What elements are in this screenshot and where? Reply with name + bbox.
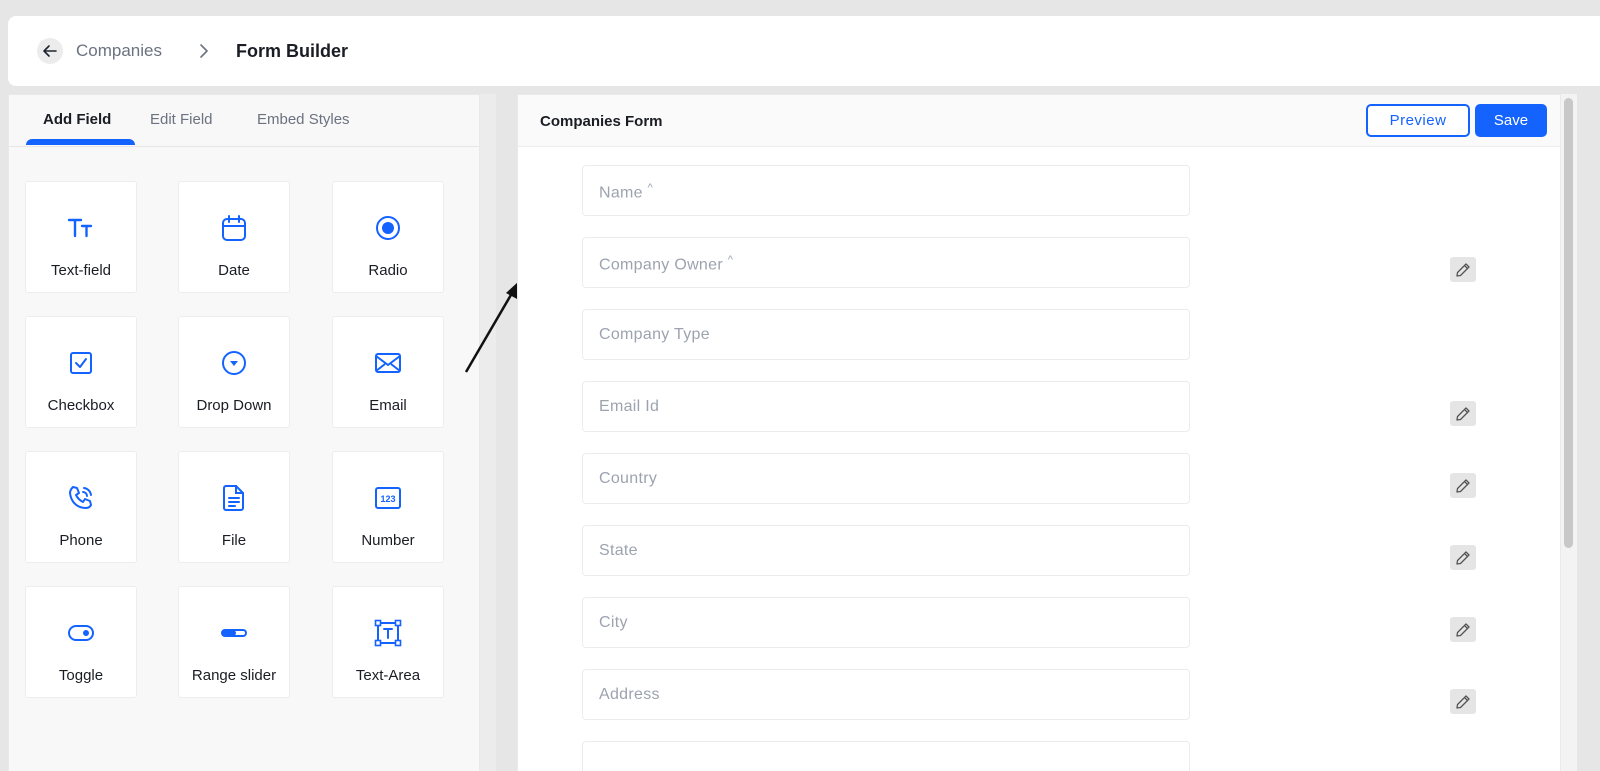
field-tile-label: Range slider bbox=[191, 667, 277, 684]
field-placeholder: Country bbox=[599, 470, 658, 487]
field-mark: ^ bbox=[727, 254, 734, 266]
text-format-icon bbox=[67, 218, 93, 238]
field-tile-label: File bbox=[221, 532, 247, 549]
edit-field-button[interactable] bbox=[1450, 401, 1476, 426]
pencil-icon bbox=[1456, 478, 1470, 493]
field-placeholder: Email Id bbox=[599, 398, 660, 415]
scrollbar-thumb[interactable] bbox=[1564, 98, 1573, 548]
back-button[interactable] bbox=[37, 38, 63, 64]
tab-add-field[interactable]: Add Field bbox=[43, 111, 111, 128]
radio-icon bbox=[376, 216, 400, 240]
form-canvas-panel: Companies Form Preview Save Name ^ Compa… bbox=[517, 94, 1561, 771]
preview-button[interactable]: Preview bbox=[1366, 104, 1470, 137]
form-field-city[interactable]: City bbox=[582, 597, 1190, 648]
field-tile-date[interactable]: Date bbox=[178, 181, 290, 293]
chevron-right-icon bbox=[200, 44, 208, 58]
pencil-icon bbox=[1456, 694, 1470, 709]
breadcrumb-companies[interactable]: Companies bbox=[76, 41, 162, 61]
field-tile-checkbox[interactable]: Checkbox bbox=[25, 316, 137, 428]
field-tile-file[interactable]: File bbox=[178, 451, 290, 563]
edit-field-button[interactable] bbox=[1450, 545, 1476, 570]
field-tile-label: Checkbox bbox=[47, 397, 115, 414]
dropdown-circle-icon bbox=[222, 351, 246, 375]
annotation-arrow bbox=[464, 282, 519, 373]
field-tile-label: Text-field bbox=[50, 262, 112, 279]
envelope-icon bbox=[375, 353, 401, 373]
arrow-left-icon bbox=[43, 45, 57, 57]
pencil-icon bbox=[1456, 406, 1470, 421]
field-tile-text-field[interactable]: Text-field bbox=[25, 181, 137, 293]
edit-field-button[interactable] bbox=[1450, 689, 1476, 714]
field-placeholder: Address bbox=[599, 686, 660, 703]
field-tile-range-slider[interactable]: Range slider bbox=[178, 586, 290, 698]
field-tile-toggle[interactable]: Toggle bbox=[25, 586, 137, 698]
field-tile-label: Phone bbox=[59, 532, 103, 549]
top-bar: Companies Form Builder bbox=[8, 16, 1600, 86]
edit-field-button[interactable] bbox=[1450, 257, 1476, 282]
pencil-icon bbox=[1456, 550, 1470, 565]
active-tab-indicator bbox=[26, 139, 135, 145]
field-tile-label: Toggle bbox=[58, 667, 104, 684]
form-field-company-type[interactable]: Company Type bbox=[582, 309, 1190, 360]
field-tile-text-area[interactable]: Text-Area bbox=[332, 586, 444, 698]
page-title: Form Builder bbox=[236, 41, 349, 61]
form-field-company-owner[interactable]: Company Owner ^ bbox=[582, 237, 1190, 288]
field-tile-label: Date bbox=[218, 262, 250, 279]
text-area-icon bbox=[374, 619, 402, 647]
field-placeholder: Company Owner ^ bbox=[599, 254, 734, 274]
pencil-icon bbox=[1456, 262, 1470, 277]
calendar-icon bbox=[222, 215, 246, 241]
field-tile-label: Number bbox=[361, 532, 415, 549]
pencil-icon bbox=[1456, 622, 1470, 637]
form-header: Companies Form Preview Save bbox=[518, 95, 1560, 147]
field-mark: ^ bbox=[647, 182, 654, 194]
checkbox-icon bbox=[70, 352, 92, 374]
field-tile-number[interactable]: 123 Number bbox=[332, 451, 444, 563]
save-button[interactable]: Save bbox=[1475, 104, 1547, 137]
field-placeholder: Name ^ bbox=[599, 182, 654, 202]
tab-edit-field[interactable]: Edit Field bbox=[150, 111, 213, 128]
field-tile-label: Drop Down bbox=[196, 397, 272, 414]
form-field-partial[interactable] bbox=[582, 741, 1190, 771]
toggle-icon bbox=[68, 625, 94, 641]
form-field-address[interactable]: Address bbox=[582, 669, 1190, 720]
form-field-name[interactable]: Name ^ bbox=[582, 165, 1190, 216]
field-tile-label: Email bbox=[369, 397, 407, 414]
panel-tabs: Add Field Edit Field Embed Styles bbox=[9, 95, 479, 147]
field-palette-panel: Add Field Edit Field Embed Styles Text-f… bbox=[8, 94, 480, 771]
form-field-state[interactable]: State bbox=[582, 525, 1190, 576]
form-title: Companies Form bbox=[540, 113, 663, 130]
field-tile-phone[interactable]: Phone bbox=[25, 451, 137, 563]
svg-text:123: 123 bbox=[380, 494, 395, 504]
field-placeholder: Company Type bbox=[599, 326, 710, 343]
range-slider-icon bbox=[221, 629, 247, 637]
form-field-email-id[interactable]: Email Id bbox=[582, 381, 1190, 432]
field-placeholder: State bbox=[599, 542, 638, 559]
scrollbar[interactable] bbox=[1561, 94, 1577, 771]
file-icon bbox=[223, 485, 244, 511]
edit-field-button[interactable] bbox=[1450, 473, 1476, 498]
field-tile-label: Text-Area bbox=[355, 667, 421, 684]
field-tile-radio[interactable]: Radio bbox=[332, 181, 444, 293]
number-123-icon: 123 bbox=[375, 487, 401, 509]
field-placeholder: City bbox=[599, 614, 628, 631]
panel-divider bbox=[480, 94, 496, 771]
tab-embed-styles[interactable]: Embed Styles bbox=[257, 111, 350, 128]
field-tile-email[interactable]: Email bbox=[332, 316, 444, 428]
form-field-country[interactable]: Country bbox=[582, 453, 1190, 504]
phone-icon bbox=[69, 486, 92, 509]
edit-field-button[interactable] bbox=[1450, 617, 1476, 642]
field-tile-label: Radio bbox=[368, 262, 408, 279]
field-tile-drop-down[interactable]: Drop Down bbox=[178, 316, 290, 428]
